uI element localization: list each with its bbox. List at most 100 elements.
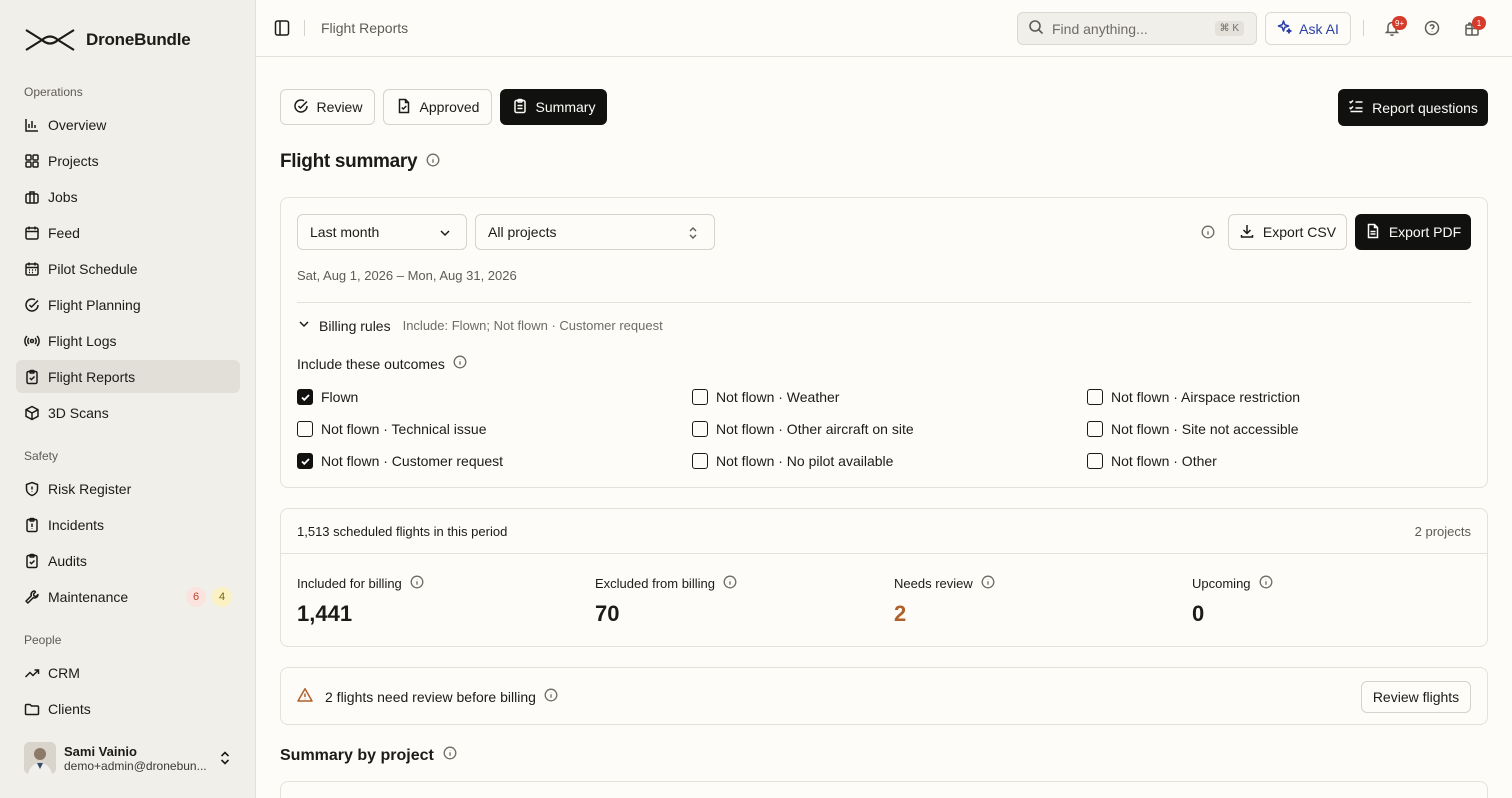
checkbox-unchecked[interactable]	[1087, 421, 1103, 437]
chevron-up-down-icon	[686, 226, 700, 243]
brand-logo[interactable]: DroneBundle	[24, 26, 191, 54]
page-title: Flight summary	[280, 151, 440, 173]
stat-label: Needs review	[894, 576, 973, 591]
checkbox-unchecked[interactable]	[692, 421, 708, 437]
sidebar-item-label: 3D Scans	[48, 404, 109, 421]
sidebar-item-projects[interactable]: Projects	[16, 144, 240, 177]
stat-included: Included for billing 1,441	[297, 575, 424, 627]
sidebar-item-flight-logs[interactable]: Flight Logs	[16, 324, 240, 357]
checkbox-unchecked[interactable]	[297, 421, 313, 437]
outcome-checkbox-flown[interactable]: Flown	[297, 389, 358, 405]
sidebar-item-label: Incidents	[48, 516, 105, 533]
section-title: Summary by project	[280, 746, 457, 765]
download-icon	[1239, 223, 1255, 242]
sidebar-item-3d-scans[interactable]: 3D Scans	[16, 396, 240, 429]
ask-ai-button[interactable]: Ask AI	[1265, 12, 1351, 45]
sidebar-item-risk-register[interactable]: Risk Register	[16, 472, 240, 505]
section-operations: Operations	[24, 85, 83, 99]
outcome-checkbox-technical[interactable]: Not flown · Technical issue	[297, 421, 486, 437]
checkbox-checked[interactable]	[297, 453, 313, 469]
info-icon[interactable]	[426, 151, 440, 173]
sidebar-item-audits[interactable]: Audits	[16, 544, 240, 577]
cube-icon	[24, 405, 40, 421]
period-select[interactable]: Last month	[297, 214, 467, 250]
calendar-icon	[24, 225, 40, 241]
divider	[297, 302, 1471, 303]
info-icon[interactable]	[981, 575, 995, 592]
stat-upcoming: Upcoming 0	[1192, 575, 1273, 627]
user-menu[interactable]: Sami Vainio demo+admin@dronebun...	[24, 740, 240, 776]
outcome-checkbox-no-pilot[interactable]: Not flown · No pilot available	[692, 453, 893, 469]
outcome-label: Flown	[321, 389, 359, 405]
info-icon[interactable]	[1259, 575, 1273, 592]
checkbox-unchecked[interactable]	[1087, 453, 1103, 469]
info-icon[interactable]	[453, 355, 467, 372]
sidebar-item-label: Overview	[48, 116, 107, 133]
clipboard-icon	[24, 517, 40, 533]
sidebar-item-incidents[interactable]: Incidents	[16, 508, 240, 541]
sidebar-item-feed[interactable]: Feed	[16, 216, 240, 249]
stats-card: 1,513 scheduled flights in this period 2…	[280, 508, 1488, 647]
tab-review[interactable]: Review	[280, 89, 375, 125]
bar-chart-icon	[24, 117, 40, 133]
outcome-checkbox-other-aircraft[interactable]: Not flown · Other aircraft on site	[692, 421, 914, 437]
search-box[interactable]: ⌘ K	[1017, 12, 1257, 45]
info-icon[interactable]	[443, 746, 457, 765]
shield-icon	[24, 481, 40, 497]
sidebar-item-clients[interactable]: Clients	[16, 692, 240, 725]
sidebar-item-overview[interactable]: Overview	[16, 108, 240, 141]
tab-summary[interactable]: Summary	[500, 89, 607, 125]
search-input[interactable]	[1052, 20, 1202, 37]
include-outcomes-heading: Include these outcomes	[297, 355, 467, 372]
stat-value: 70	[595, 601, 620, 626]
chevron-down-icon	[297, 317, 311, 334]
info-icon[interactable]	[410, 575, 424, 592]
stat-value: 0	[1192, 601, 1205, 626]
divider	[1363, 20, 1364, 36]
help-icon[interactable]	[1424, 19, 1440, 40]
info-icon[interactable]	[544, 688, 558, 705]
export-csv-button[interactable]: Export CSV	[1228, 214, 1347, 250]
date-range: Sat, Aug 1, 2026 – Mon, Aug 31, 2026	[297, 268, 517, 283]
document-icon	[1365, 223, 1381, 242]
outcome-checkbox-site-access[interactable]: Not flown · Site not accessible	[1087, 421, 1299, 437]
checkbox-checked[interactable]	[297, 389, 313, 405]
stat-excluded: Excluded from billing 70	[595, 575, 737, 627]
sidebar-item-jobs[interactable]: Jobs	[16, 180, 240, 213]
review-flights-button[interactable]: Review flights	[1361, 681, 1471, 713]
sidebar-item-maintenance[interactable]: Maintenance 6 4	[16, 580, 240, 613]
sidebar-item-label: Maintenance	[48, 588, 129, 605]
clipboard-list-icon	[512, 98, 528, 117]
projects-select[interactable]: All projects	[475, 214, 715, 250]
outcome-checkbox-customer-request[interactable]: Not flown · Customer request	[297, 453, 503, 469]
sidebar-item-pilot-schedule[interactable]: Pilot Schedule	[16, 252, 240, 285]
checkbox-unchecked[interactable]	[692, 389, 708, 405]
maintenance-overdue-badge: 6	[186, 587, 206, 607]
export-pdf-button[interactable]: Export PDF	[1355, 214, 1471, 250]
tab-approved[interactable]: Approved	[383, 89, 492, 125]
sidebar-toggle-icon[interactable]	[274, 19, 290, 40]
sidebar-item-flight-planning[interactable]: Flight Planning	[16, 288, 240, 321]
outcome-label: Not flown · Weather	[716, 389, 840, 405]
outcome-checkbox-weather[interactable]: Not flown · Weather	[692, 389, 839, 405]
sidebar-item-flight-reports[interactable]: Flight Reports	[16, 360, 240, 393]
stat-label: Excluded from billing	[595, 576, 715, 591]
tab-label: Approved	[419, 99, 480, 115]
checkbox-unchecked[interactable]	[692, 453, 708, 469]
sidebar-item-label: Pilot Schedule	[48, 260, 138, 277]
breadcrumb[interactable]: Flight Reports	[321, 20, 408, 36]
user-name: Sami Vainio	[64, 743, 137, 759]
checkbox-unchecked[interactable]	[1087, 389, 1103, 405]
outcome-checkbox-airspace[interactable]: Not flown · Airspace restriction	[1087, 389, 1300, 405]
billing-rules-toggle[interactable]: Billing rules Include: Flown; Not flown …	[297, 317, 663, 334]
tab-label: Review	[316, 99, 363, 115]
document-check-icon	[396, 98, 412, 117]
info-icon[interactable]	[1201, 225, 1215, 242]
sidebar-item-crm[interactable]: CRM	[16, 656, 240, 689]
outcome-label: Not flown · No pilot available	[716, 453, 894, 469]
avatar	[24, 742, 56, 774]
report-questions-button[interactable]: Report questions	[1338, 89, 1488, 126]
outcome-checkbox-other[interactable]: Not flown · Other	[1087, 453, 1217, 469]
outcome-label: Not flown · Site not accessible	[1111, 421, 1299, 437]
info-icon[interactable]	[723, 575, 737, 592]
